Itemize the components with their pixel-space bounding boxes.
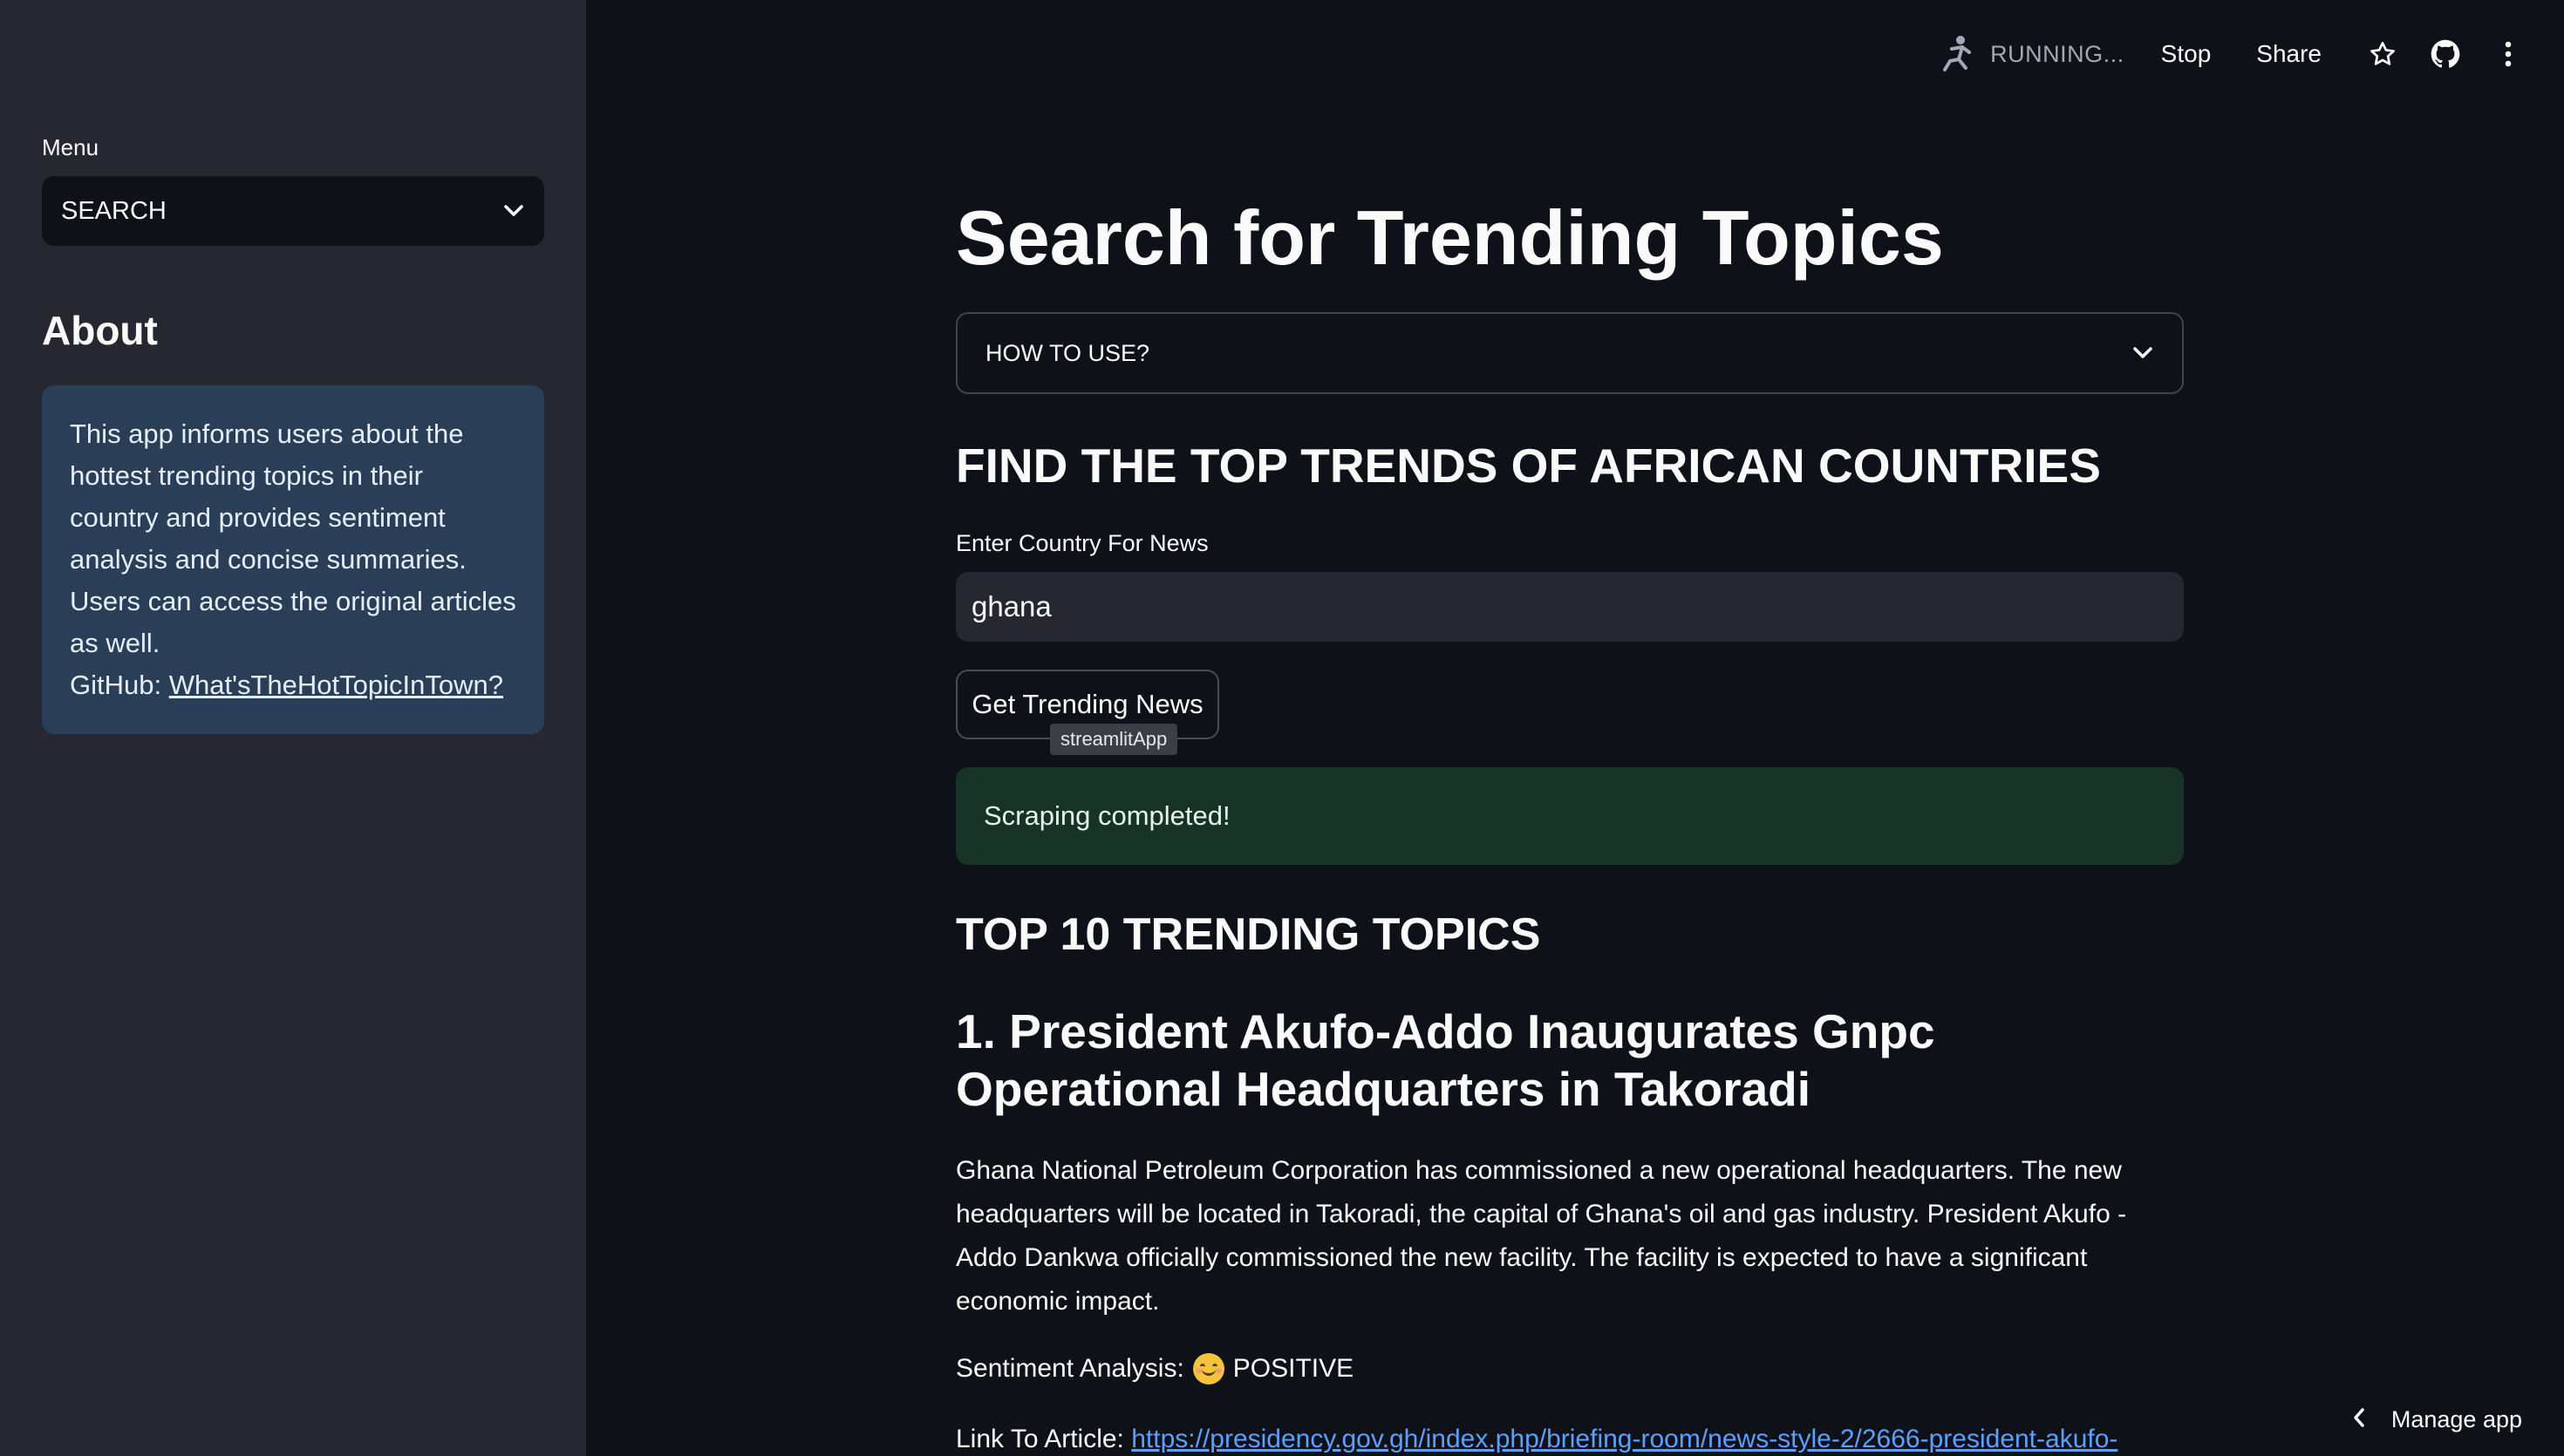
github-label: GitHub: [70,670,169,700]
tooltip: streamlitApp [1050,724,1178,755]
manage-app-button[interactable]: Manage app [2353,1406,2522,1433]
chevron-left-icon [2353,1406,2365,1433]
more-vertical-icon[interactable] [2492,38,2524,70]
menu-label: Menu [42,134,99,160]
sidebar: Menu SEARCH About This app informs users… [0,0,586,1456]
success-alert: Scraping completed! [956,767,2184,865]
success-message: Scraping completed! [984,800,1231,831]
how-to-use-expander[interactable]: HOW TO USE? [956,312,2184,394]
topic-title: 1. President Akufo-Addo Inaugurates Gnpc… [956,1004,1935,1116]
article-link[interactable]: https://presidency.gov.gh/index.php/brie… [1131,1425,2117,1453]
smiling-face-icon [1192,1353,1224,1385]
article-link-row: Link To Article: https://presidency.gov.… [956,1425,2184,1454]
menu-select-value: SEARCH [61,196,167,225]
running-man-icon [1940,35,1974,73]
about-info-box: This app informs users about the hottest… [42,385,544,734]
github-icon[interactable] [2430,38,2461,70]
country-input[interactable] [956,572,2184,642]
sentiment-row: Sentiment Analysis: POSITIVE [956,1353,1354,1385]
github-link[interactable]: What'sTheHotTopicInTown? [169,670,503,700]
top-toolbar: RUNNING... Stop Share [1901,0,2564,108]
page-title: Search for Trending Topics [956,194,1944,281]
country-input-label: Enter Country For News [956,530,1209,556]
running-status: RUNNING... [1990,40,2124,67]
share-button[interactable]: Share [2256,40,2322,68]
chevron-down-icon [2131,342,2154,364]
stop-button[interactable]: Stop [2161,40,2212,68]
topic-summary: Ghana National Petroleum Corporation has… [956,1156,2127,1316]
link-label: Link To Article: [956,1425,1124,1453]
expander-label: HOW TO USE? [985,339,1150,366]
about-title: About [42,308,158,353]
menu-select[interactable]: SEARCH [42,176,544,246]
star-icon[interactable] [2367,38,2398,70]
about-text: This app informs users about the hottest… [70,418,516,658]
sentiment-label: Sentiment Analysis: [956,1354,1184,1383]
manage-app-label: Manage app [2390,1406,2522,1432]
streamlit-app: Menu SEARCH About This app informs users… [0,0,2564,1456]
top-topics-heading: TOP 10 TRENDING TOPICS [956,909,1541,960]
chevron-down-icon [502,200,525,222]
sentiment-value: POSITIVE [1232,1354,1354,1383]
find-trends-heading: FIND THE TOP TRENDS OF AFRICAN COUNTRIES [956,439,2101,493]
